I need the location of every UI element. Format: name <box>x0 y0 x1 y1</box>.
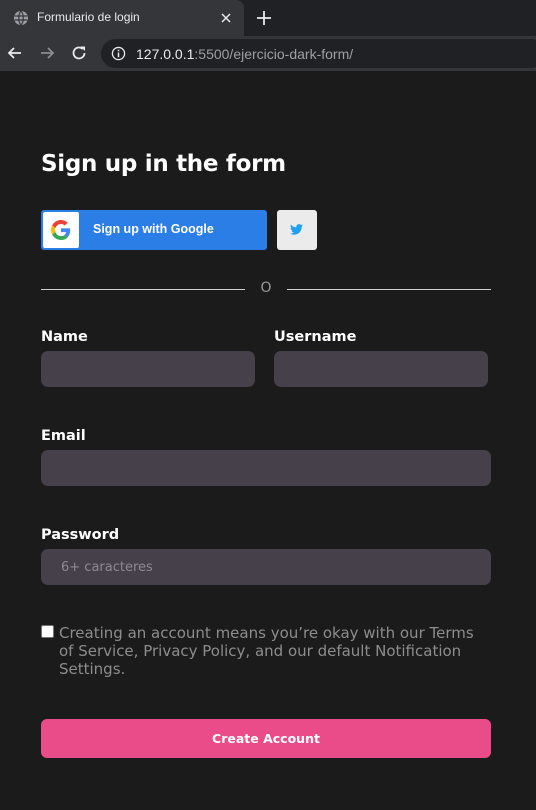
reload-icon[interactable] <box>70 44 88 62</box>
google-logo-box <box>43 212 79 248</box>
password-field[interactable] <box>41 549 491 585</box>
address-bar[interactable]: 127.0.0.1:5500/ejercicio-dark-form/ <box>101 39 536 68</box>
google-logo-icon <box>51 220 71 240</box>
back-arrow-icon[interactable] <box>6 44 24 62</box>
info-icon[interactable] <box>111 46 126 61</box>
email-field[interactable] <box>41 450 491 486</box>
create-account-button[interactable]: Create Account <box>41 719 491 758</box>
forward-arrow-icon[interactable] <box>38 44 56 62</box>
divider-line-left <box>41 289 245 290</box>
divider-text: O <box>260 280 272 296</box>
browser-toolbar: 127.0.0.1:5500/ejercicio-dark-form/ <box>0 36 536 71</box>
email-label: Email <box>41 428 86 444</box>
url-text[interactable]: 127.0.0.1:5500/ejercicio-dark-form/ <box>136 46 353 62</box>
username-field[interactable] <box>274 351 488 387</box>
terms-checkbox[interactable] <box>41 625 54 638</box>
google-button-label: Sign up with Google <box>93 222 214 236</box>
url-path: :5500/ejercicio-dark-form/ <box>194 46 354 62</box>
terms-text: Creating an account means you’re okay wi… <box>59 624 474 678</box>
browser-tab[interactable]: Formulario de login <box>0 0 244 36</box>
divider-line-right <box>287 289 491 290</box>
name-label: Name <box>41 329 88 345</box>
close-icon[interactable] <box>219 11 233 25</box>
page-content: Sign up in the form Sign up with Google … <box>0 71 536 810</box>
url-host: 127.0.0.1 <box>136 46 195 62</box>
page-title: Sign up in the form <box>41 151 286 177</box>
google-signup-button[interactable]: Sign up with Google <box>41 210 267 250</box>
twitter-signup-button[interactable] <box>277 210 317 250</box>
username-label: Username <box>274 329 357 345</box>
name-field[interactable] <box>41 351 255 387</box>
tab-title: Formulario de login <box>37 10 140 24</box>
password-label: Password <box>41 527 120 543</box>
twitter-icon <box>290 224 303 235</box>
browser-tab-bar: Formulario de login <box>0 0 536 36</box>
globe-icon <box>14 10 28 26</box>
plus-icon[interactable] <box>255 9 273 27</box>
